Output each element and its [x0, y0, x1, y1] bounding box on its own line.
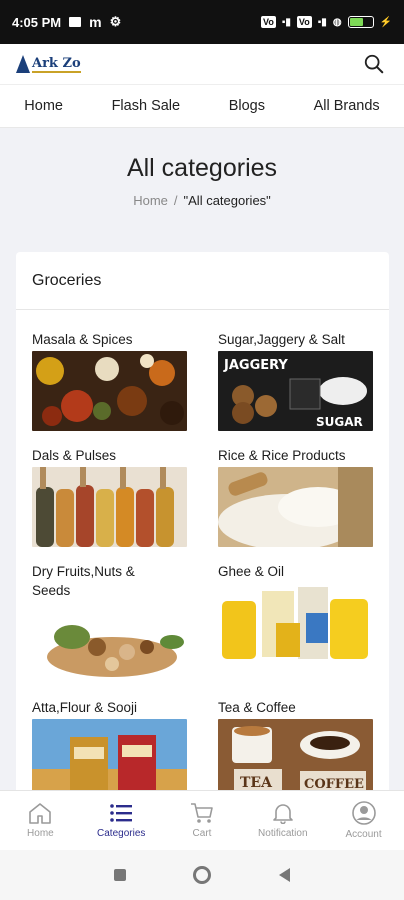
android-nav-bar	[0, 850, 404, 900]
volte-icon-2: Vo	[296, 16, 312, 28]
tea-coffee-photo[interactable]: TEA COFFEE	[218, 719, 373, 799]
nav-home[interactable]: Home	[24, 98, 63, 114]
bottom-nav-home[interactable]: Home	[0, 791, 81, 850]
breadcrumb-separator: /	[173, 193, 178, 208]
home-icon	[29, 803, 52, 824]
bell-icon	[272, 804, 293, 824]
category-tea-coffee[interactable]: Tea & Coffee TEA COFFEE	[218, 698, 378, 799]
category-label: Dals & Pulses	[32, 448, 117, 463]
list-icon	[110, 804, 133, 822]
bottom-nav-label: Notification	[258, 828, 308, 839]
notification-icon	[69, 17, 82, 27]
bottom-nav-notification[interactable]: Notification	[242, 791, 323, 850]
category-label: Tea & Coffee	[218, 700, 296, 715]
status-bar: 4:05 PM m ⚙ Vo ▪▮ Vo ▪▮ ◍ ⚡	[0, 0, 404, 44]
account-icon	[351, 801, 376, 825]
logo-text: Ark Zo	[32, 56, 81, 73]
section-title: Groceries	[16, 252, 389, 310]
wifi-icon: ◍	[332, 16, 342, 28]
app-header: Ark Zo	[0, 44, 404, 84]
recent-apps-icon[interactable]	[113, 869, 126, 881]
category-card: Groceries Masala & Spices Sugar,Jaggery …	[16, 252, 389, 812]
bottom-nav-label: Cart	[192, 828, 212, 839]
cart-icon	[190, 803, 213, 823]
logo-tower-icon	[16, 55, 30, 73]
category-masala-spices[interactable]: Masala & Spices	[32, 330, 192, 431]
volte-icon: Vo	[261, 16, 276, 28]
back-triangle-icon[interactable]	[279, 868, 291, 882]
category-rice-products[interactable]: Rice & Rice Products	[218, 446, 378, 547]
home-circle-icon[interactable]	[193, 866, 212, 884]
brand-logo[interactable]: Ark Zo	[16, 55, 81, 73]
app-m-icon: m	[89, 14, 102, 30]
category-atta-flour-sooji[interactable]: Atta,Flour & Sooji	[32, 698, 192, 799]
category-label: Sugar,Jaggery & Salt	[218, 332, 345, 347]
bottom-nav: Home Categories Cart Notification Accoun…	[0, 790, 404, 850]
search-icon	[364, 54, 384, 74]
nav-blogs[interactable]: Blogs	[229, 98, 265, 114]
nav-all-brands[interactable]: All Brands	[314, 98, 380, 114]
signal-icon-2: ▪▮	[317, 16, 327, 28]
rice-sack-photo[interactable]	[218, 467, 373, 547]
category-label: Atta,Flour & Sooji	[32, 700, 138, 715]
status-time: 4:05 PM	[12, 14, 62, 30]
bottom-nav-label: Home	[27, 828, 54, 839]
jaggery-sugar-photo[interactable]: JAGGERY SUGAR	[218, 351, 373, 431]
breadcrumb-current: "All categories"	[183, 193, 271, 208]
bottom-nav-label: Account	[345, 829, 382, 840]
tea-text: TEA	[240, 775, 273, 791]
bottom-nav-cart[interactable]: Cart	[162, 791, 243, 850]
page-title: All categories	[126, 154, 278, 182]
category-label: Ghee & Oil	[218, 564, 285, 579]
battery-level	[349, 18, 363, 26]
sugar-text: SUGAR	[316, 415, 363, 429]
battery-icon	[347, 16, 374, 28]
bottom-nav-label: Categories	[97, 828, 146, 839]
category-dals-pulses[interactable]: Dals & Pulses	[32, 446, 192, 547]
category-label: Masala & Spices	[32, 332, 133, 347]
pulses-scoops-photo[interactable]	[32, 467, 187, 547]
nav-flash-sale[interactable]: Flash Sale	[112, 98, 181, 114]
category-label: Rice & Rice Products	[218, 448, 346, 463]
jaggery-text: JAGGERY	[223, 358, 288, 373]
search-button[interactable]	[360, 50, 388, 78]
top-nav: Home Flash Sale Blogs All Brands	[0, 84, 404, 128]
category-sugar-jaggery-salt[interactable]: Sugar,Jaggery & Salt JAGGERY SUGAR	[218, 330, 378, 431]
dry-fruits-photo[interactable]	[32, 602, 187, 682]
atta-packs-photo[interactable]	[32, 719, 187, 799]
charging-icon: ⚡	[379, 16, 392, 28]
ghee-oil-products-photo[interactable]	[218, 583, 373, 663]
category-dry-fruits-nuts-seeds[interactable]: Dry Fruits,Nuts & Seeds	[32, 562, 192, 682]
settings-icon: ⚙	[109, 14, 122, 29]
spices-photo[interactable]	[32, 351, 187, 431]
signal-icon: ▪▮	[281, 16, 291, 28]
bottom-nav-categories[interactable]: Categories	[81, 791, 162, 850]
bottom-nav-account[interactable]: Account	[323, 791, 404, 850]
category-label: Dry Fruits,Nuts & Seeds	[32, 564, 135, 598]
breadcrumb-home[interactable]: Home	[133, 193, 168, 208]
category-ghee-oil[interactable]: Ghee & Oil	[218, 562, 378, 663]
breadcrumb: Home / "All categories"	[0, 193, 404, 208]
